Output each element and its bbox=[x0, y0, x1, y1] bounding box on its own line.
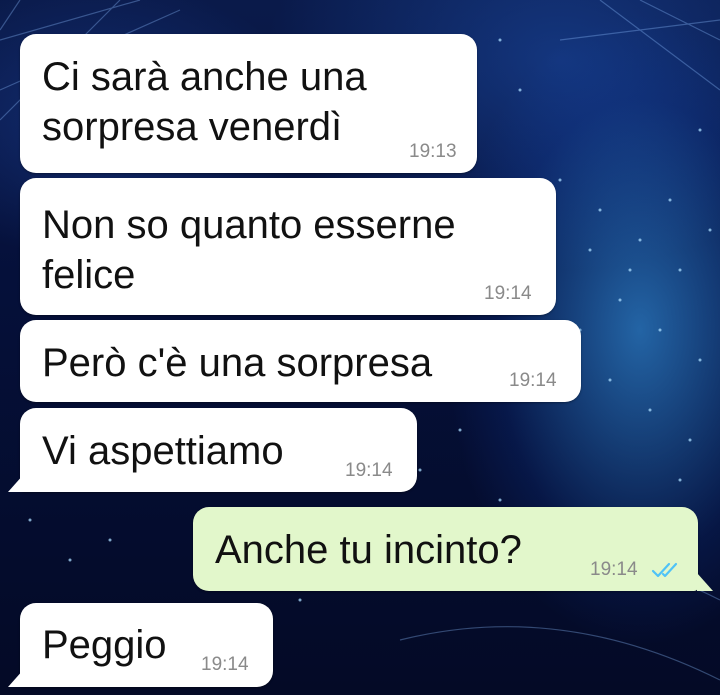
message-text: Peggio bbox=[42, 623, 167, 667]
message-timestamp: 19:14 bbox=[484, 283, 532, 304]
message-timestamp: 19:14 bbox=[509, 370, 557, 391]
message-text: Anche tu incinto? bbox=[215, 528, 522, 572]
bubble-tail bbox=[8, 669, 24, 687]
message-bubble-incoming[interactable]: Vi aspettiamo 19:14 bbox=[20, 408, 417, 492]
message-text: Vi aspettiamo bbox=[42, 429, 284, 473]
message-text: Però c'è una sorpresa bbox=[42, 341, 433, 385]
message-timestamp: 19:14 bbox=[590, 559, 638, 580]
bubble-tail bbox=[697, 573, 713, 591]
message-text: Ci sarà anche una sorpresa venerdì bbox=[42, 55, 367, 149]
message-bubble-incoming[interactable]: Peggio 19:14 bbox=[20, 603, 273, 687]
message-text: Non so quanto esserne felice bbox=[42, 203, 456, 297]
message-timestamp: 19:14 bbox=[201, 654, 249, 675]
message-timestamp: 19:13 bbox=[409, 141, 457, 162]
message-bubble-outgoing[interactable]: Anche tu incinto? 19:14 bbox=[193, 507, 698, 591]
message-bubble-incoming[interactable]: Però c'è una sorpresa 19:14 bbox=[20, 320, 581, 402]
double-check-read-icon bbox=[651, 562, 678, 578]
message-bubble-incoming[interactable]: Ci sarà anche una sorpresa venerdì 19:13 bbox=[20, 34, 477, 173]
message-timestamp: 19:14 bbox=[345, 460, 393, 481]
message-bubble-incoming[interactable]: Non so quanto esserne felice 19:14 bbox=[20, 178, 556, 315]
bubble-tail bbox=[8, 474, 24, 492]
